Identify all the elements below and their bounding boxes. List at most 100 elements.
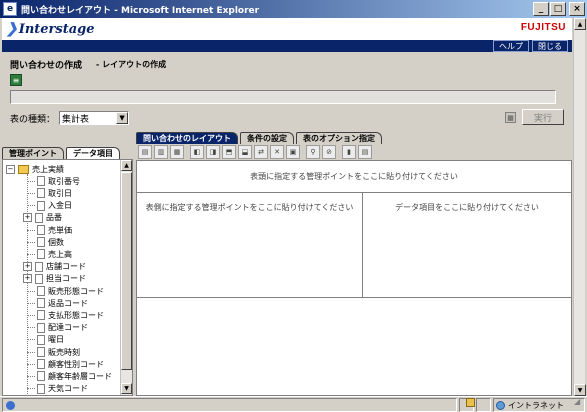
chevron-down-icon[interactable]: ▼ [116, 112, 129, 124]
scroll-thumb[interactable] [121, 172, 132, 370]
run-button[interactable]: 実行 [522, 109, 564, 125]
tree-branch [27, 290, 35, 292]
document-icon [37, 176, 45, 187]
document-icon [35, 273, 43, 284]
help-button[interactable]: ヘルプ [493, 40, 529, 52]
tree-item[interactable]: + 店舗コード [23, 261, 86, 273]
tree-item[interactable]: 販売形態コード [27, 285, 104, 297]
tab-layout[interactable]: 問い合わせのレイアウト [136, 132, 238, 144]
page-heading: 問い合わせの作成 - レイアウトの作成 [10, 58, 166, 71]
tree-item[interactable]: 売上高 [27, 248, 72, 260]
report-icon[interactable]: ▤ [358, 145, 372, 159]
tree-item[interactable]: 取引番号 [27, 175, 80, 187]
tab-conditions[interactable]: 条件の設定 [240, 132, 294, 144]
document-icon [37, 200, 45, 211]
tree-item[interactable]: 支払形態コード [27, 309, 104, 321]
scroll-up-icon[interactable]: ▲ [121, 160, 132, 171]
expand-icon[interactable]: + [23, 262, 32, 272]
query-name-field[interactable] [10, 90, 556, 104]
tree-root[interactable]: − 売上実績 [6, 163, 64, 175]
zone-label: イントラネット [508, 400, 564, 410]
document-icon [35, 261, 43, 272]
table-type-select[interactable]: 集計表 ▼ [59, 111, 130, 125]
maximize-button[interactable]: □ [550, 2, 566, 16]
document-icon [37, 188, 45, 199]
lock-icon [466, 398, 475, 407]
tree-item[interactable]: 販売時刻 [27, 346, 80, 358]
scroll-down-icon[interactable]: ▼ [121, 383, 132, 394]
page-scroll-up-icon[interactable]: ▲ [574, 18, 586, 30]
page-scroll-down-icon[interactable]: ▼ [574, 384, 586, 396]
swap-icon[interactable]: ⇄ [254, 145, 268, 159]
intranet-icon [496, 400, 505, 410]
tree-branch [27, 375, 35, 377]
filter-icon[interactable]: ⊘ [322, 145, 336, 159]
tree-branch [27, 192, 35, 194]
move-up-icon[interactable]: ⬒ [222, 145, 236, 159]
window-titlebar: e 問い合わせレイアウト - Microsoft Internet Explor… [0, 0, 587, 18]
delete-icon[interactable]: ✕ [270, 145, 284, 159]
tree-item-label: 販売時刻 [48, 347, 80, 357]
tree-item[interactable]: 配達コード [27, 322, 88, 334]
tree-item[interactable]: 売単価 [27, 224, 72, 236]
properties-icon[interactable]: ▣ [286, 145, 300, 159]
tree-item[interactable]: 入金日 [27, 200, 72, 212]
minimize-button[interactable]: _ [533, 2, 549, 16]
tree-item[interactable]: 曜日 [27, 334, 64, 346]
tab-data-items[interactable]: データ項目 [66, 147, 120, 159]
tree-branch [27, 339, 35, 341]
collapse-icon[interactable]: − [6, 164, 15, 174]
tree-branch [27, 229, 35, 231]
add-column-icon[interactable]: ▤ [138, 145, 152, 159]
search-icon[interactable]: ⚲ [306, 145, 320, 159]
brand-header: ❯ Interstage FUJITSU [2, 18, 572, 40]
list-icon[interactable]: ≡ [10, 74, 22, 86]
tree-item[interactable]: 顧客年齢層コード [27, 370, 112, 382]
tree-item[interactable]: 返品コード [27, 297, 88, 309]
move-down-icon[interactable]: ⬓ [238, 145, 252, 159]
tree-item-label: 担当コード [46, 274, 86, 284]
add-data-icon[interactable]: ▦ [170, 145, 184, 159]
expand-icon[interactable]: + [23, 213, 32, 223]
tree-item[interactable]: + 担当コード [23, 273, 86, 285]
chart-icon[interactable]: ▮ [342, 145, 356, 159]
fujitsu-logo: FUJITSU [520, 22, 566, 33]
side-tabs: 管理ポイント データ項目 [2, 147, 120, 159]
column-drop-zone[interactable]: 表頭に指定する管理ポイントをここに貼り付けてください [137, 161, 571, 193]
resize-grip-icon[interactable]: ◢ [574, 397, 586, 409]
main-panel: 問い合わせの作成 - レイアウトの作成 ≡ 表の種類： 集計表 ▼ ▦ 実行 問… [2, 52, 572, 396]
tree-item[interactable]: 取引日 [27, 187, 72, 199]
data-drop-zone[interactable]: データ項目をここに貼り付けてください [363, 193, 571, 297]
page-scrollbar[interactable]: ▲ ▼ [573, 18, 586, 396]
tree-item[interactable]: 顧客性別コード [27, 358, 104, 370]
expand-icon[interactable]: + [23, 274, 32, 284]
tree-item-label: 顧客年齢層コード [48, 371, 112, 381]
tree-item[interactable]: 個数 [27, 236, 64, 248]
add-row-icon[interactable]: ▥ [154, 145, 168, 159]
document-icon [37, 359, 45, 370]
tree-item[interactable]: + 品番 [23, 212, 62, 224]
move-right-icon[interactable]: ◨ [206, 145, 220, 159]
row-drop-zone[interactable]: 表側に指定する管理ポイントをここに貼り付けてください [137, 193, 363, 297]
tree-scrollbar[interactable]: ▲ ▼ [120, 160, 132, 395]
settings-icon[interactable]: ▦ [505, 112, 516, 123]
product-name: Interstage [18, 21, 95, 37]
tab-options[interactable]: 表のオプション指定 [296, 132, 382, 144]
move-left-icon[interactable]: ◧ [190, 145, 204, 159]
document-icon [37, 249, 45, 260]
tree-item[interactable]: 天気コード [27, 383, 88, 395]
document-icon [37, 322, 45, 333]
tree-branch [27, 351, 35, 353]
ie-icon: e [3, 2, 17, 16]
tree-item-label: 販売形態コード [48, 286, 104, 296]
data-item-tree: − 売上実績 取引番号 取引日 入金日 + 品番 売単価 個数 売上高 + 店舗コード + 担当コード 販売… [2, 159, 133, 396]
window-title: 問い合わせレイアウト - Microsoft Internet Explorer [21, 5, 260, 16]
layout-toolbar: ▤ ▥ ▦ ◧ ◨ ⬒ ⬓ ⇄ ✕ ▣ ⚲ ⊘ ▮ ▤ [136, 144, 572, 160]
tree-item-label: 入金日 [48, 201, 72, 211]
table-type-label: 表の種類： [10, 114, 56, 125]
tree-branch [27, 388, 35, 390]
close-button[interactable]: 閉じる [532, 40, 568, 52]
document-icon [37, 286, 45, 296]
tab-management-points[interactable]: 管理ポイント [2, 147, 64, 159]
close-window-button[interactable]: × [569, 2, 585, 16]
